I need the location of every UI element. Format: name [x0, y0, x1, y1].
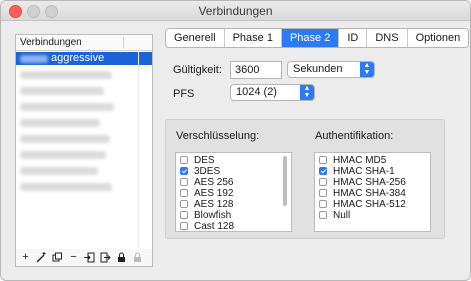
- list-column-divider: [138, 52, 139, 248]
- connection-row[interactable]: [16, 100, 152, 113]
- import-button[interactable]: [82, 250, 97, 265]
- redacted-text: [20, 103, 114, 111]
- column-separator: [123, 37, 124, 49]
- locked-button: [130, 250, 145, 265]
- chevron-updown-icon: ▲ ▼: [300, 85, 314, 100]
- connection-row[interactable]: [16, 68, 152, 81]
- item-label: 3DES: [194, 166, 221, 177]
- export-button[interactable]: [98, 250, 113, 265]
- connection-row[interactable]: [16, 84, 152, 97]
- pfs-label: PFS: [173, 88, 195, 100]
- lifetime-label: Gültigkeit:: [173, 64, 222, 76]
- authentication-list[interactable]: HMAC MD5 HMAC SHA-1 HMAC SHA-256 HMAC SH…: [314, 152, 431, 232]
- connections-header-label: Verbindungen: [20, 37, 82, 48]
- item-label: AES 192: [194, 188, 234, 199]
- checkbox[interactable]: [319, 189, 327, 197]
- connection-row-selected[interactable]: aggressive: [16, 52, 152, 65]
- connection-row[interactable]: [16, 132, 152, 145]
- connection-row[interactable]: [16, 164, 152, 177]
- item-label: Blowfish: [194, 210, 232, 221]
- checkbox[interactable]: [180, 222, 188, 230]
- lock-disabled-icon: [134, 252, 141, 262]
- pfs-value: 1024 (2): [236, 86, 277, 98]
- item-label: HMAC MD5: [333, 155, 387, 166]
- checkbox[interactable]: [319, 200, 327, 208]
- scrollbar-thumb[interactable]: [283, 156, 287, 206]
- add-connection-button[interactable]: +: [18, 250, 33, 265]
- item-label: HMAC SHA-1: [333, 166, 395, 177]
- item-label: HMAC SHA-256: [333, 177, 406, 188]
- window: Verbindungen Verbindungen aggressive + −: [0, 0, 471, 281]
- checkbox-checked[interactable]: [319, 167, 327, 175]
- magic-wand-icon: [36, 252, 46, 263]
- lifetime-unit-select[interactable]: Sekunden ▲ ▼: [287, 61, 375, 78]
- item-label: DES: [194, 155, 215, 166]
- item-label: AES 256: [194, 177, 234, 188]
- export-icon: [100, 252, 111, 263]
- tab-phase-2[interactable]: Phase 2: [281, 29, 340, 47]
- algorithms-group: Verschlüsselung: Authentifikation: DES 3…: [165, 119, 445, 239]
- pfs-select[interactable]: 1024 (2) ▲ ▼: [230, 84, 315, 101]
- checkbox[interactable]: [319, 156, 327, 164]
- checkbox[interactable]: [180, 178, 188, 186]
- lifetime-input[interactable]: 3600: [230, 61, 282, 79]
- authentication-title: Authentifikation:: [315, 130, 394, 142]
- item-label: HMAC SHA-384: [333, 188, 406, 199]
- connections-list-header: Verbindungen: [16, 35, 152, 51]
- lock-button[interactable]: [114, 250, 129, 265]
- remove-connection-button[interactable]: −: [66, 250, 81, 265]
- tab-dns[interactable]: DNS: [367, 29, 408, 47]
- connection-row[interactable]: [16, 180, 152, 193]
- tab-bar: Generell Phase 1 Phase 2 ID DNS Optionen: [165, 28, 470, 48]
- redacted-text: [20, 87, 104, 95]
- checkbox[interactable]: [180, 200, 188, 208]
- encryption-list[interactable]: DES 3DES AES 256 AES 192 AES 128 Blowfis…: [175, 152, 292, 232]
- tab-id[interactable]: ID: [339, 29, 368, 47]
- add-wizard-button[interactable]: [34, 250, 49, 265]
- item-label: Null: [333, 210, 351, 221]
- checkbox[interactable]: [180, 189, 188, 197]
- window-title: Verbindungen: [198, 4, 273, 18]
- checkbox[interactable]: [180, 211, 188, 219]
- duplicate-icon: [52, 252, 62, 262]
- connection-label: aggressive: [51, 52, 105, 64]
- checkbox-checked[interactable]: [180, 167, 188, 175]
- connections-toolbar: + −: [15, 249, 153, 267]
- import-icon: [84, 252, 95, 263]
- item-label: AES 128: [194, 199, 234, 210]
- encryption-title: Verschlüsselung:: [176, 130, 260, 142]
- redacted-text: [20, 55, 48, 63]
- redacted-text: [20, 119, 100, 127]
- checkbox[interactable]: [180, 156, 188, 164]
- item-label: HMAC SHA-512: [333, 199, 406, 210]
- titlebar: Verbindungen: [1, 1, 470, 21]
- checkbox[interactable]: [319, 211, 327, 219]
- connections-list[interactable]: Verbindungen aggressive: [15, 34, 153, 250]
- tab-optionen[interactable]: Optionen: [408, 29, 469, 47]
- connection-row[interactable]: [16, 148, 152, 161]
- duplicate-connection-button[interactable]: [50, 250, 65, 265]
- chevron-updown-icon: ▲ ▼: [360, 62, 374, 77]
- redacted-text: [20, 151, 106, 159]
- connection-row[interactable]: [16, 116, 152, 129]
- checkbox[interactable]: [319, 178, 327, 186]
- item-label: Cast 128: [194, 221, 235, 232]
- tab-generell[interactable]: Generell: [166, 29, 225, 47]
- lock-icon: [118, 252, 125, 262]
- redacted-text: [20, 135, 110, 143]
- lifetime-unit-value: Sekunden: [293, 63, 343, 75]
- redacted-text: [20, 71, 112, 79]
- redacted-text: [20, 167, 98, 175]
- redacted-text: [20, 183, 112, 191]
- tab-phase-1[interactable]: Phase 1: [225, 29, 282, 47]
